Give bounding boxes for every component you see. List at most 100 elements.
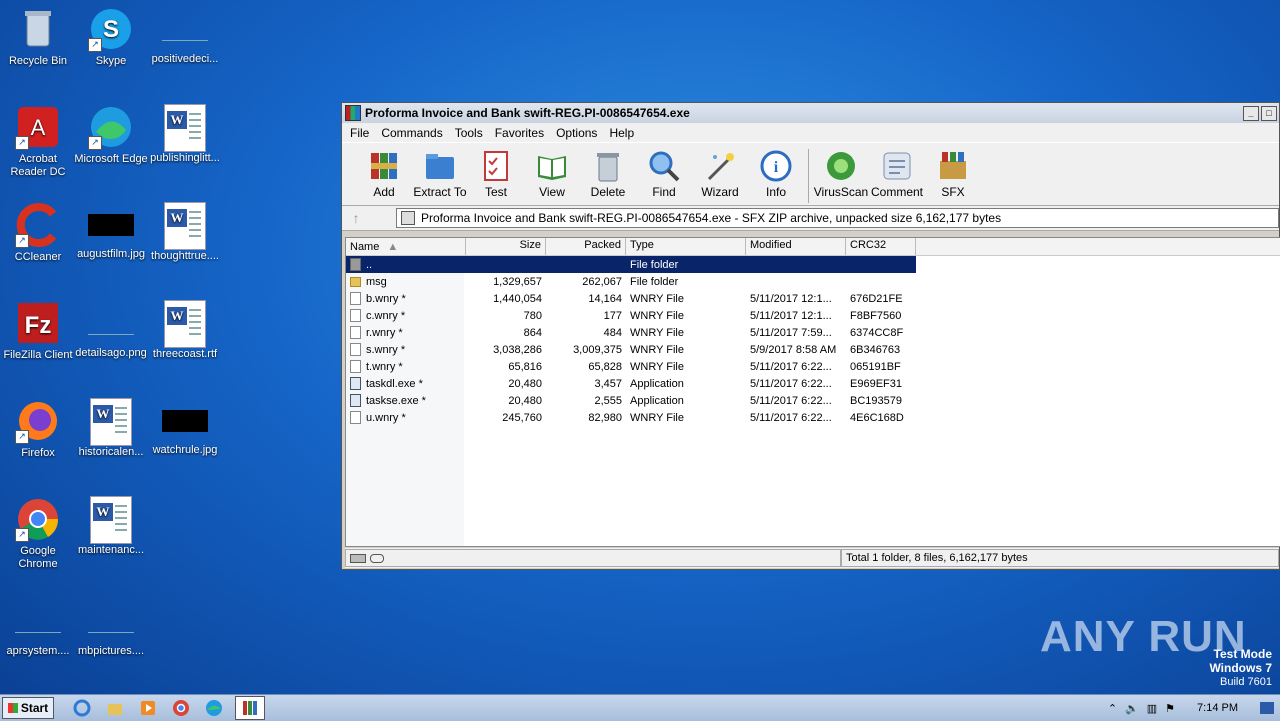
find-button[interactable]: Find bbox=[636, 149, 692, 199]
desktop-icon-thoughttrue[interactable]: W thoughttrue.... bbox=[147, 202, 223, 263]
wizard-button[interactable]: Wizard bbox=[692, 149, 748, 199]
desktop-icon-mbpictures[interactable]: mbpictures.... bbox=[73, 598, 149, 658]
status-left-pane bbox=[345, 549, 841, 567]
column-crc32[interactable]: CRC32 bbox=[846, 238, 916, 255]
file-icon bbox=[350, 309, 361, 322]
menu-bar: File Commands Tools Favorites Options He… bbox=[342, 123, 1279, 142]
archive-path-field[interactable]: Proforma Invoice and Bank swift-REG.PI-0… bbox=[396, 208, 1279, 228]
table-row[interactable]: s.wnry * 3,038,286 3,009,375 WNRY File 5… bbox=[346, 341, 1280, 358]
volume-icon[interactable]: 🔈 bbox=[1125, 702, 1139, 715]
taskbar-media-player[interactable] bbox=[136, 697, 160, 719]
test-checklist-icon bbox=[479, 149, 513, 183]
virusscan-button[interactable]: VirusScan bbox=[813, 149, 869, 199]
taskbar-chrome[interactable] bbox=[169, 697, 193, 719]
table-row[interactable]: r.wnry * 864 484 WNRY File 5/11/2017 7:5… bbox=[346, 324, 1280, 341]
desktop-icon-publishinglitt[interactable]: W publishinglitt... bbox=[147, 104, 223, 165]
word-doc-icon: W bbox=[164, 300, 206, 348]
maximize-button[interactable]: □ bbox=[1261, 105, 1277, 121]
desktop-icon-aprsystem[interactable]: aprsystem.... bbox=[0, 598, 76, 658]
start-button[interactable]: Start bbox=[2, 697, 54, 719]
list-header: Name ▲ Size Packed Type Modified CRC32 bbox=[346, 238, 1280, 256]
menu-file[interactable]: File bbox=[344, 126, 375, 140]
menu-commands[interactable]: Commands bbox=[375, 126, 448, 140]
drive-icon bbox=[350, 553, 366, 563]
desktop-icon-skype[interactable]: S ↗ Skype bbox=[73, 6, 149, 68]
image-file-icon bbox=[162, 18, 208, 41]
desktop-icon-augustfilm[interactable]: augustfilm.jpg bbox=[73, 202, 149, 261]
add-button[interactable]: Add bbox=[356, 149, 412, 199]
image-file-icon bbox=[15, 610, 61, 633]
system-tray: ⌃ 🔈 ▥ ⚑ 7:14 PM bbox=[1108, 702, 1280, 715]
menu-tools[interactable]: Tools bbox=[449, 126, 489, 140]
column-type[interactable]: Type bbox=[626, 238, 746, 255]
column-packed[interactable]: Packed bbox=[546, 238, 626, 255]
acrobat-icon: A ↗ bbox=[15, 104, 61, 150]
windows-flag-icon bbox=[7, 703, 18, 713]
application-icon bbox=[350, 394, 361, 407]
desktop-icon-edge[interactable]: ↗ Microsoft Edge bbox=[73, 104, 149, 166]
column-name[interactable]: Name ▲ bbox=[346, 238, 466, 255]
desktop-icon-detailsago[interactable]: detailsago.png bbox=[73, 300, 149, 360]
word-doc-icon: W bbox=[164, 104, 206, 152]
winrar-app-icon bbox=[345, 105, 361, 121]
taskbar-explorer[interactable] bbox=[103, 697, 127, 719]
desktop-icon-recycle-bin[interactable]: Recycle Bin bbox=[0, 6, 76, 68]
file-icon bbox=[350, 343, 361, 356]
desktop-icon-filezilla[interactable]: Fz FileZilla Client bbox=[0, 300, 76, 362]
table-row[interactable]: .. File folder bbox=[346, 256, 916, 273]
desktop-icon-chrome[interactable]: ↗ Google Chrome bbox=[0, 496, 76, 571]
action-center-flag-icon[interactable]: ⚑ bbox=[1165, 702, 1175, 715]
table-row[interactable]: msg 1,329,657 262,067 File folder bbox=[346, 273, 1280, 290]
clock[interactable]: 7:14 PM bbox=[1197, 702, 1238, 714]
table-row[interactable]: taskse.exe * 20,480 2,555 Application 5/… bbox=[346, 392, 1280, 409]
desktop-icon-firefox[interactable]: ↗ Firefox bbox=[0, 398, 76, 460]
file-list[interactable]: Name ▲ Size Packed Type Modified CRC32 ..… bbox=[345, 237, 1280, 547]
menu-help[interactable]: Help bbox=[603, 126, 640, 140]
image-file-icon bbox=[88, 214, 134, 236]
delete-button[interactable]: Delete bbox=[580, 149, 636, 199]
taskbar-ie[interactable] bbox=[70, 697, 94, 719]
chrome-icon: ↗ bbox=[15, 496, 61, 542]
extract-to-button[interactable]: Extract To bbox=[412, 149, 468, 199]
up-arrow-icon[interactable]: ↑ bbox=[342, 210, 370, 226]
desktop-icon-acrobat[interactable]: A ↗ Acrobat Reader DC bbox=[0, 104, 76, 179]
taskbar-winrar[interactable] bbox=[235, 696, 265, 720]
add-archive-icon bbox=[367, 149, 401, 183]
magnifier-icon bbox=[647, 149, 681, 183]
folder-icon bbox=[350, 276, 361, 287]
table-row[interactable]: b.wnry * 1,440,054 14,164 WNRY File 5/11… bbox=[346, 290, 1280, 307]
desktop-icon-threecoast[interactable]: W threecoast.rtf bbox=[147, 300, 223, 361]
table-row[interactable]: c.wnry * 780 177 WNRY File 5/11/2017 12:… bbox=[346, 307, 1280, 324]
image-file-icon bbox=[88, 312, 134, 335]
desktop-icon-maintenanc[interactable]: W maintenanc... bbox=[73, 496, 149, 557]
toolbar-separator bbox=[808, 149, 809, 203]
test-button[interactable]: Test bbox=[468, 149, 524, 199]
column-modified[interactable]: Modified bbox=[746, 238, 846, 255]
svg-text:S: S bbox=[103, 16, 119, 43]
winrar-window: Proforma Invoice and Bank swift-REG.PI-0… bbox=[341, 102, 1280, 570]
info-button[interactable]: i Info bbox=[748, 149, 804, 199]
sfx-button[interactable]: SFX bbox=[925, 149, 981, 199]
chrome-icon bbox=[173, 700, 189, 716]
comment-button[interactable]: Comment bbox=[869, 149, 925, 199]
desktop-icon-ccleaner[interactable]: ↗ CCleaner bbox=[0, 202, 76, 264]
table-row[interactable]: t.wnry * 65,816 65,828 WNRY File 5/11/20… bbox=[346, 358, 1280, 375]
menu-options[interactable]: Options bbox=[550, 126, 603, 140]
table-row[interactable]: taskdl.exe * 20,480 3,457 Application 5/… bbox=[346, 375, 1280, 392]
view-button[interactable]: View bbox=[524, 149, 580, 199]
desktop-icon-historicalen[interactable]: W historicalen... bbox=[73, 398, 149, 459]
status-bar: Total 1 folder, 8 files, 6,162,177 bytes bbox=[345, 548, 1279, 568]
show-desktop-icon[interactable] bbox=[1260, 702, 1274, 714]
show-hidden-icons-icon[interactable]: ⌃ bbox=[1108, 702, 1117, 715]
table-row[interactable]: u.wnry * 245,760 82,980 WNRY File 5/11/2… bbox=[346, 409, 1280, 426]
taskbar-edge[interactable] bbox=[202, 697, 226, 719]
minimize-button[interactable]: _ bbox=[1243, 105, 1259, 121]
desktop-icon-watchrule[interactable]: watchrule.jpg bbox=[147, 398, 223, 457]
title-bar[interactable]: Proforma Invoice and Bank swift-REG.PI-0… bbox=[342, 103, 1279, 123]
column-size[interactable]: Size bbox=[466, 238, 546, 255]
desktop-icon-positivedeci[interactable]: positivedeci... bbox=[147, 6, 223, 66]
svg-text:i: i bbox=[774, 159, 779, 176]
menu-favorites[interactable]: Favorites bbox=[489, 126, 550, 140]
network-icon[interactable]: ▥ bbox=[1147, 702, 1157, 715]
media-player-icon bbox=[141, 701, 155, 715]
